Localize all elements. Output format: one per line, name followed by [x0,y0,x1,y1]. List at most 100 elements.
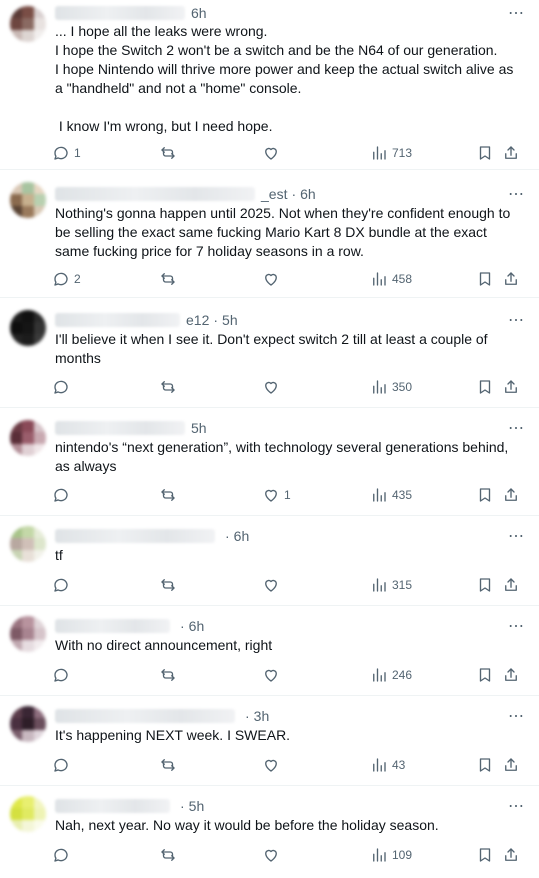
share-button[interactable] [502,484,520,506]
action-count: 315 [392,578,413,592]
author-name-redacted[interactable] [55,799,170,813]
avatar[interactable] [10,616,46,652]
like-button[interactable] [262,664,284,686]
views-button[interactable]: 458 [370,268,412,290]
views-button[interactable]: 43 [370,754,405,776]
author-name-redacted[interactable] [55,619,170,633]
views-button[interactable]: 109 [370,844,412,866]
views-button[interactable]: 246 [370,664,412,686]
avatar-pixel [10,30,22,42]
bookmark-button[interactable] [476,376,494,398]
share-button[interactable] [502,574,520,596]
reply-item[interactable]: _est · 6h ⋯ Nothing's gonna happen until… [0,170,539,298]
more-options-icon[interactable]: ⋯ [508,796,525,816]
reply-item[interactable]: · 3h ⋯ It's happening NEXT week. I SWEAR… [0,696,539,786]
share-button[interactable] [502,142,520,164]
retweet-button[interactable] [159,754,181,776]
timestamp[interactable]: 6h [234,528,250,544]
timestamp[interactable]: 5h [222,312,238,328]
reply-button[interactable] [52,844,74,866]
like-button[interactable] [262,574,284,596]
timestamp[interactable]: 6h [189,618,205,634]
bookmark-icon [476,144,494,162]
like-button[interactable] [262,268,284,290]
avatar-pixel [10,310,22,322]
timestamp[interactable]: 6h [191,5,207,21]
bookmark-button[interactable] [476,844,494,866]
timestamp[interactable]: 6h [300,186,316,202]
retweet-button[interactable] [159,268,181,290]
retweet-button[interactable] [159,844,181,866]
more-options-icon[interactable]: ⋯ [508,3,525,23]
author-name-redacted[interactable] [55,529,215,543]
reply-item[interactable]: · 5h ⋯ Nah, next year. No way it would b… [0,786,539,878]
bookmark-button[interactable] [476,664,494,686]
reply-button[interactable] [52,664,74,686]
more-options-icon[interactable]: ⋯ [508,616,525,636]
reply-button[interactable]: 1 [52,142,81,164]
bookmark-button[interactable] [476,268,494,290]
retweet-button[interactable] [159,574,181,596]
avatar[interactable] [10,6,46,42]
avatar-pixel [34,640,46,652]
views-button[interactable]: 315 [370,574,412,596]
avatar[interactable] [10,420,46,456]
views-button[interactable]: 713 [370,142,412,164]
avatar-pixel [34,730,46,742]
more-options-icon[interactable]: ⋯ [508,310,525,330]
bookmark-icon [476,486,494,504]
avatar[interactable] [10,310,46,346]
share-button[interactable] [502,754,520,776]
more-options-icon[interactable]: ⋯ [508,706,525,726]
more-options-icon[interactable]: ⋯ [508,184,525,204]
reply-button[interactable] [52,376,74,398]
like-button[interactable] [262,754,284,776]
reply-text: It's happening NEXT week. I SWEAR. [55,727,291,743]
author-name-redacted[interactable] [55,421,185,435]
reply-button[interactable]: 2 [52,268,81,290]
author-name-redacted[interactable] [55,187,255,201]
author-name-redacted[interactable] [55,313,180,327]
reply-item[interactable]: · 6h ⋯ tf 315 [0,516,539,606]
avatar[interactable] [10,796,46,832]
share-button[interactable] [502,664,520,686]
bookmark-button[interactable] [476,574,494,596]
share-button[interactable] [502,376,520,398]
reply-button[interactable] [52,484,74,506]
avatar-pixel [22,194,34,206]
like-button[interactable] [262,376,284,398]
retweet-button[interactable] [159,376,181,398]
bookmark-button[interactable] [476,484,494,506]
avatar-pixel [22,432,34,444]
like-button[interactable]: 1 [262,484,291,506]
reply-button[interactable] [52,574,74,596]
timestamp[interactable]: 3h [254,708,270,724]
reply-item[interactable]: · 6h ⋯ With no direct announcement, righ… [0,606,539,696]
timestamp[interactable]: 5h [189,798,205,814]
reply-item[interactable]: 6h ⋯ ... I hope all the leaks were wrong… [0,0,539,170]
share-button[interactable] [502,844,520,866]
reply-item[interactable]: 5h ⋯ nintendo's “next generation”, with … [0,408,539,516]
more-options-icon[interactable]: ⋯ [508,526,525,546]
reply-button[interactable] [52,754,74,776]
views-button[interactable]: 350 [370,376,412,398]
handle-fragment: e12 [186,312,210,328]
author-name-redacted[interactable] [55,6,185,20]
timestamp[interactable]: 5h [191,420,207,436]
views-button[interactable]: 435 [370,484,412,506]
bookmark-button[interactable] [476,754,494,776]
retweet-button[interactable] [159,142,181,164]
reply-item[interactable]: e12 · 5h ⋯ I'll believe it when I see it… [0,298,539,408]
avatar[interactable] [10,706,46,742]
author-name-redacted[interactable] [55,709,235,723]
like-button[interactable] [262,844,284,866]
avatar[interactable] [10,182,46,218]
more-options-icon[interactable]: ⋯ [508,418,525,438]
avatar[interactable] [10,526,46,562]
share-button[interactable] [502,268,520,290]
retweet-button[interactable] [159,484,181,506]
bookmark-button[interactable] [476,142,494,164]
avatar-pixel [10,206,22,218]
like-button[interactable] [262,142,284,164]
retweet-button[interactable] [159,664,181,686]
